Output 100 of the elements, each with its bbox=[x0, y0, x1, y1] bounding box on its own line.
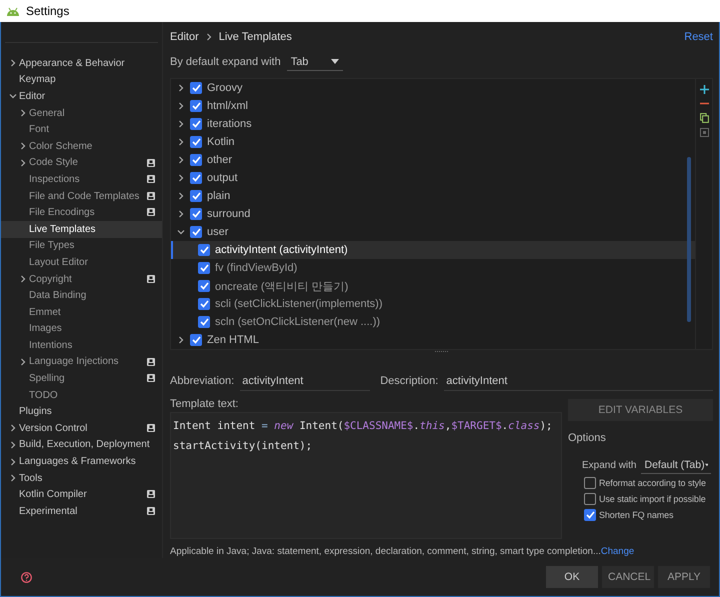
chevron-right-icon[interactable] bbox=[177, 102, 185, 110]
template-group[interactable]: user bbox=[171, 223, 695, 241]
chevron-right-icon[interactable] bbox=[177, 336, 185, 344]
checkbox-label[interactable]: Reformat according to style bbox=[599, 478, 706, 488]
sidebar-item[interactable]: Spelling bbox=[1, 370, 162, 387]
template-item[interactable]: scli (setClickListener(implements)) bbox=[171, 295, 695, 313]
checkbox[interactable] bbox=[584, 493, 596, 505]
expand-dropdown[interactable]: Tab bbox=[286, 53, 343, 71]
sidebar-item[interactable]: Build, Execution, Deployment bbox=[1, 436, 162, 454]
change-link[interactable]: Change bbox=[600, 546, 634, 557]
chevron-right-icon[interactable] bbox=[177, 138, 185, 146]
template-text-editor[interactable]: Intent intent = new Intent($CLASSNAME$.this,$TARGET$.class); startActivity(intent); bbox=[170, 412, 562, 539]
sidebar-item[interactable]: Images bbox=[1, 320, 162, 338]
chevron-right-icon[interactable] bbox=[177, 192, 185, 200]
sidebar-item[interactable]: Emmet bbox=[1, 304, 162, 320]
sidebar-item[interactable]: Tools bbox=[1, 470, 162, 486]
template-group[interactable]: output bbox=[171, 169, 695, 187]
template-group[interactable]: Zen HTML bbox=[171, 331, 695, 349]
chevron-down-icon[interactable] bbox=[9, 92, 17, 100]
project-icon bbox=[147, 208, 155, 216]
code-line: startActivity(intent); bbox=[173, 439, 314, 454]
checkbox[interactable] bbox=[190, 154, 202, 166]
sidebar-item[interactable]: Code Style bbox=[1, 154, 162, 172]
sidebar-item[interactable]: File and Code Templates bbox=[1, 188, 162, 204]
copy-icon[interactable] bbox=[700, 113, 708, 123]
chevron-right-icon[interactable] bbox=[177, 210, 185, 218]
sidebar-item[interactable]: Editor bbox=[1, 88, 162, 105]
checkbox[interactable] bbox=[190, 190, 202, 202]
chevron-right-icon[interactable] bbox=[177, 174, 185, 182]
chevron-right-icon[interactable] bbox=[19, 358, 27, 366]
resize-handle-icon[interactable] bbox=[434, 350, 448, 353]
sidebar-item[interactable]: Version Control bbox=[1, 420, 162, 437]
chevron-down-icon[interactable] bbox=[177, 228, 185, 236]
sidebar-item[interactable]: Appearance & Behavior bbox=[1, 55, 162, 72]
sidebar-item[interactable]: File Types bbox=[1, 238, 162, 254]
sidebar-item[interactable]: Copyright bbox=[1, 270, 162, 288]
checkbox[interactable] bbox=[584, 509, 596, 521]
checkbox[interactable] bbox=[190, 136, 202, 148]
help-icon[interactable] bbox=[21, 572, 32, 582]
expand-with-dropdown[interactable]: Default (Tab) bbox=[641, 456, 712, 474]
chevron-right-icon[interactable] bbox=[177, 120, 185, 128]
template-item[interactable]: fv (findViewById) bbox=[171, 259, 695, 277]
template-group[interactable]: html/xml bbox=[171, 97, 695, 115]
sidebar-item[interactable]: Languages & Frameworks bbox=[1, 453, 162, 470]
sidebar-item[interactable]: Keymap bbox=[1, 72, 162, 88]
abbreviation-field[interactable]: activityIntent bbox=[240, 371, 370, 391]
checkbox[interactable] bbox=[584, 477, 596, 489]
template-group[interactable]: plain bbox=[171, 187, 695, 205]
template-item[interactable]: oncreate (액티비티 만들기) bbox=[171, 277, 695, 295]
sidebar-item[interactable]: Language Injections bbox=[1, 354, 162, 370]
chevron-right-icon[interactable] bbox=[177, 156, 185, 164]
chevron-right-icon[interactable] bbox=[9, 59, 17, 68]
dialog-button[interactable]: CANCEL bbox=[602, 566, 654, 588]
sidebar-item[interactable]: Data Binding bbox=[1, 287, 162, 304]
dropdown-arrow-icon bbox=[704, 462, 708, 466]
checkbox[interactable] bbox=[198, 316, 210, 328]
dialog-button[interactable]: APPLY bbox=[658, 566, 710, 588]
chevron-right-icon[interactable] bbox=[19, 109, 27, 118]
checkbox[interactable] bbox=[190, 226, 202, 238]
checkbox[interactable] bbox=[190, 334, 202, 346]
sidebar-item[interactable]: Color Scheme bbox=[1, 138, 162, 155]
sidebar-item[interactable]: Font bbox=[1, 121, 162, 138]
template-item[interactable]: activityIntent (activityIntent) bbox=[171, 241, 695, 259]
checkbox[interactable] bbox=[190, 100, 202, 112]
sidebar-item[interactable]: Layout Editor bbox=[1, 254, 162, 271]
checkbox[interactable] bbox=[198, 280, 210, 292]
checkbox[interactable] bbox=[190, 82, 202, 94]
dialog-button[interactable]: OK bbox=[546, 566, 598, 588]
checkbox-label[interactable]: Use static import if possible bbox=[599, 494, 706, 504]
sidebar-item[interactable]: Kotlin Compiler bbox=[1, 486, 162, 504]
checkbox[interactable] bbox=[190, 172, 202, 184]
sidebar-item[interactable]: Intentions bbox=[1, 337, 162, 354]
sidebar-item[interactable]: Inspections bbox=[1, 171, 162, 188]
checkbox[interactable] bbox=[198, 298, 210, 310]
template-group[interactable]: iterations bbox=[171, 115, 695, 133]
breadcrumb-item[interactable]: Live Templates bbox=[218, 31, 292, 43]
chevron-right-icon[interactable] bbox=[19, 275, 27, 284]
description-field[interactable]: activityIntent bbox=[444, 371, 713, 391]
checkbox[interactable] bbox=[190, 118, 202, 130]
sidebar-item[interactable]: General bbox=[1, 104, 162, 122]
sidebar-item[interactable]: File Encodings bbox=[1, 204, 162, 221]
chevron-right-icon[interactable] bbox=[177, 84, 185, 92]
edit-variables-button[interactable]: EDIT VARIABLES bbox=[568, 399, 713, 421]
sidebar-item[interactable]: Plugins bbox=[1, 403, 162, 420]
checkbox[interactable] bbox=[198, 262, 210, 274]
sidebar-item[interactable]: TODO bbox=[1, 386, 162, 404]
sidebar-item[interactable]: Experimental bbox=[1, 503, 162, 520]
breadcrumb-item[interactable]: Editor bbox=[170, 31, 199, 43]
checkbox-label[interactable]: Shorten FQ names bbox=[599, 510, 674, 520]
template-group[interactable]: surround bbox=[171, 205, 695, 223]
template-item[interactable]: scln (setOnClickListener(new ....)) bbox=[171, 313, 695, 331]
chevron-right-icon bbox=[206, 33, 212, 41]
sidebar-item[interactable]: Live Templates bbox=[1, 220, 162, 238]
checkbox[interactable] bbox=[190, 208, 202, 220]
checkbox[interactable] bbox=[198, 244, 210, 256]
template-group[interactable]: Groovy bbox=[171, 79, 695, 97]
reset-link[interactable]: Reset bbox=[684, 31, 713, 43]
template-group[interactable]: Kotlin bbox=[171, 133, 695, 151]
template-group[interactable]: other bbox=[171, 151, 695, 169]
add-icon[interactable] bbox=[700, 85, 708, 94]
